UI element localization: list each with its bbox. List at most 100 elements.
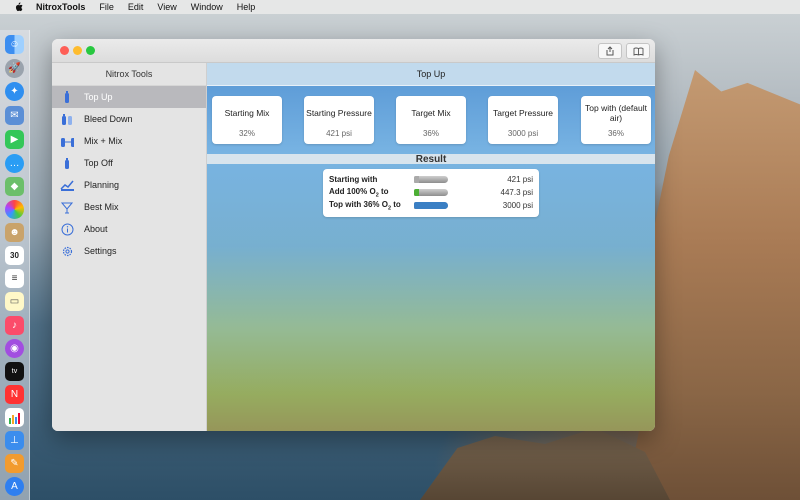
- page-title: Top Up: [207, 63, 655, 86]
- mail-icon[interactable]: ✉: [5, 106, 24, 125]
- sidebar-item-label: Mix + Mix: [84, 136, 123, 146]
- target-mix-card[interactable]: Target Mix 36%: [396, 96, 466, 144]
- maps-icon[interactable]: ◆: [5, 177, 24, 196]
- card-value: 36%: [422, 129, 439, 138]
- book-button[interactable]: [626, 43, 650, 59]
- result-heading: Result: [207, 154, 655, 165]
- sidebar-item-label: Top Off: [84, 158, 113, 168]
- tank-gauge-icon: [414, 176, 448, 183]
- pages-icon[interactable]: ✎: [5, 454, 24, 473]
- sidebar: Nitrox Tools Top Up Bleed Down Mix + Mix…: [52, 63, 207, 431]
- menu-view[interactable]: View: [157, 2, 176, 12]
- result-label-tail: to: [378, 186, 389, 196]
- best-mix-icon: [60, 200, 74, 214]
- sidebar-item-label: Settings: [84, 246, 117, 256]
- wallpaper-rock: [420, 428, 670, 500]
- sidebar-item-settings[interactable]: Settings: [52, 240, 206, 262]
- card-title: Top with (default air): [585, 103, 647, 123]
- menu-app-name[interactable]: NitroxTools: [36, 2, 85, 12]
- result-row-top-with: Top with 36% O2 to 3000 psi: [329, 199, 533, 212]
- photos-icon[interactable]: [5, 200, 24, 219]
- podcasts-icon[interactable]: ◉: [5, 339, 24, 358]
- keynote-icon[interactable]: ⊥: [5, 431, 24, 450]
- menu-bar: NitroxTools File Edit View Window Help: [0, 0, 800, 14]
- minimize-window-button[interactable]: [73, 46, 82, 55]
- card-value: 3000 psi: [507, 129, 539, 138]
- dock: ☺ 🚀 ✦ ✉ ▶ … ◆ ☻ 30 ≡ ▭ ♪ ◉ tv N ⊥ ✎ A: [0, 30, 30, 500]
- contacts-icon[interactable]: ☻: [5, 223, 24, 242]
- sidebar-item-top-off[interactable]: Top Off: [52, 152, 206, 174]
- sidebar-item-label: Planning: [84, 180, 120, 190]
- menu-edit[interactable]: Edit: [128, 2, 144, 12]
- mix-icon: [60, 134, 74, 148]
- sidebar-item-label: Best Mix: [84, 202, 119, 212]
- result-label: Add 100% O2 to: [329, 187, 414, 199]
- app-store-icon[interactable]: A: [5, 477, 24, 496]
- card-title: Starting Mix: [224, 108, 270, 118]
- finder-icon[interactable]: ☺: [5, 35, 24, 54]
- book-icon: [633, 47, 643, 56]
- target-pressure-card[interactable]: Target Pressure 3000 psi: [488, 96, 558, 144]
- menu-file[interactable]: File: [99, 2, 114, 12]
- main-content: Top Up Starting Mix 32% Starting Pressur…: [207, 63, 655, 431]
- sidebar-title: Nitrox Tools: [52, 63, 206, 86]
- tank-gauge-icon: [414, 189, 448, 196]
- card-value: 36%: [607, 129, 624, 138]
- sidebar-item-top-up[interactable]: Top Up: [52, 86, 206, 108]
- calendar-icon[interactable]: 30: [5, 246, 24, 265]
- sidebar-item-label: Top Up: [84, 92, 113, 102]
- sidebar-item-best-mix[interactable]: Best Mix: [52, 196, 206, 218]
- music-icon[interactable]: ♪: [5, 316, 24, 335]
- top-with-card[interactable]: Top with (default air) 36%: [581, 96, 651, 144]
- numbers-icon[interactable]: [5, 408, 24, 427]
- info-icon: [60, 222, 74, 236]
- starting-pressure-card[interactable]: Starting Pressure 421 psi: [304, 96, 374, 144]
- result-label-main: Starting with: [329, 175, 378, 184]
- top-off-icon: [60, 156, 74, 170]
- share-button[interactable]: [598, 43, 622, 59]
- result-row-add-o2: Add 100% O2 to 447.3 psi: [329, 186, 533, 199]
- result-label: Top with 36% O2 to: [329, 200, 414, 212]
- menu-help[interactable]: Help: [237, 2, 256, 12]
- tank-icon: [60, 90, 74, 104]
- messages-icon[interactable]: …: [5, 154, 24, 173]
- result-value: 447.3 psi: [500, 188, 533, 197]
- news-icon[interactable]: N: [5, 385, 24, 404]
- result-value: 421 psi: [507, 175, 533, 184]
- card-value: 32%: [238, 129, 255, 138]
- card-title: Starting Pressure: [306, 108, 372, 118]
- input-cards: Starting Mix 32% Starting Pressure 421 p…: [212, 96, 652, 144]
- menu-window[interactable]: Window: [191, 2, 223, 12]
- share-icon: [606, 46, 614, 56]
- safari-icon[interactable]: ✦: [5, 82, 24, 101]
- result-panel: Starting with 421 psi Add 100% O2 to 447…: [323, 169, 539, 217]
- zoom-window-button[interactable]: [86, 46, 95, 55]
- sidebar-item-planning[interactable]: Planning: [52, 174, 206, 196]
- app-window: Nitrox Tools Top Up Bleed Down Mix + Mix…: [52, 39, 655, 431]
- result-value: 3000 psi: [502, 201, 533, 210]
- sidebar-item-mix-mix[interactable]: Mix + Mix: [52, 130, 206, 152]
- card-title: Target Pressure: [493, 108, 553, 118]
- sidebar-item-bleed-down[interactable]: Bleed Down: [52, 108, 206, 130]
- facetime-icon[interactable]: ▶: [5, 130, 24, 149]
- title-bar[interactable]: [52, 39, 655, 63]
- result-label-main: Add 100% O: [329, 186, 376, 196]
- sidebar-item-label: Bleed Down: [84, 114, 133, 124]
- notes-icon[interactable]: ▭: [5, 292, 24, 311]
- card-value: 421 psi: [326, 129, 352, 138]
- bleed-icon: [60, 112, 74, 126]
- tank-gauge-icon: [414, 202, 448, 209]
- card-title: Target Mix: [411, 108, 451, 118]
- close-window-button[interactable]: [60, 46, 69, 55]
- result-label-main: Top with 36% O: [329, 199, 388, 209]
- apple-menu-icon[interactable]: [13, 2, 23, 12]
- sidebar-item-label: About: [84, 224, 108, 234]
- result-label: Starting with: [329, 175, 414, 184]
- tv-icon[interactable]: tv: [5, 362, 24, 381]
- sidebar-item-about[interactable]: About: [52, 218, 206, 240]
- starting-mix-card[interactable]: Starting Mix 32%: [212, 96, 282, 144]
- planning-icon: [60, 178, 74, 192]
- result-label-tail: to: [391, 199, 401, 209]
- launchpad-icon[interactable]: 🚀: [5, 59, 24, 78]
- reminders-icon[interactable]: ≡: [5, 269, 24, 288]
